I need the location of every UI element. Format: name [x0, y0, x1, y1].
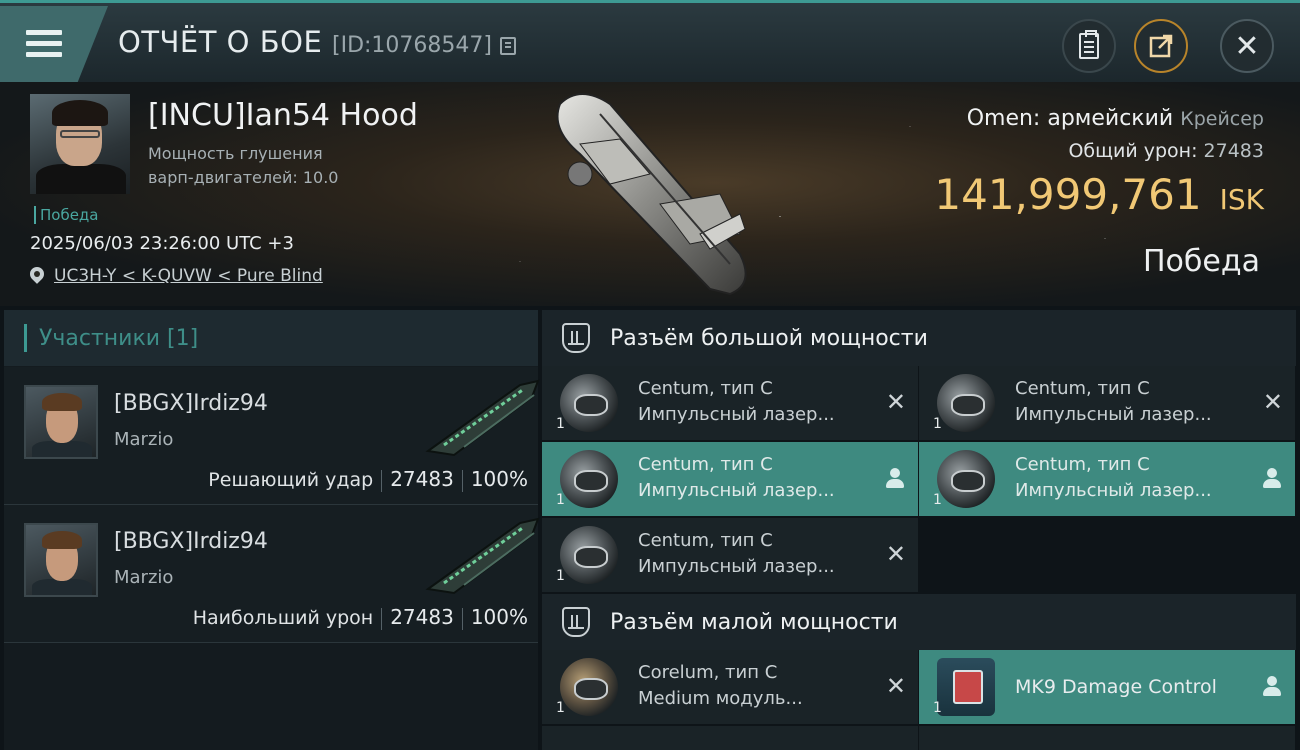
attacker-ship-image[interactable]: [424, 377, 542, 457]
copy-icon[interactable]: [500, 37, 516, 55]
close-icon: ✕: [1234, 28, 1260, 64]
battle-result: Победа: [1143, 244, 1260, 279]
location-pin-icon: [30, 267, 44, 285]
low-slots-grid: 1 Corelum, тип C Medium модуль... ✕ 1 MK…: [542, 650, 1296, 750]
high-slots-grid: 1 Centum, тип C Импульсный лазер... ✕ 1 …: [542, 366, 1296, 594]
attacker-stats: Наибольший урон 27483 100%: [192, 605, 528, 630]
attacker-corp: Marzio: [114, 429, 174, 450]
attacker-stats: Решающий удар 27483 100%: [208, 467, 528, 492]
high-slots-header: Разъём большой мощности: [542, 310, 1296, 366]
attacker-avatar[interactable]: [24, 385, 98, 459]
module-item-partial[interactable]: [542, 726, 918, 750]
attacker-corp: Marzio: [114, 567, 174, 588]
victim-avatar[interactable]: [30, 94, 130, 194]
kill-datetime: 2025/06/03 23:26:00 UTC +3: [30, 233, 294, 254]
accent-bar: [24, 324, 27, 352]
menu-button[interactable]: [0, 6, 108, 82]
dropped-person-icon: [886, 468, 904, 488]
module-item[interactable]: 1 Centum, тип C Импульсный лазер...: [919, 442, 1295, 516]
kill-location[interactable]: UC3H-Y < K-QUVW < Pure Blind: [30, 266, 323, 286]
module-item-partial[interactable]: [919, 726, 1295, 750]
isk-value: 141,999,761 ISK: [934, 170, 1264, 219]
pulse-laser-icon: [560, 374, 618, 432]
module-item[interactable]: 1 Centum, тип C Импульсный лазер... ✕: [542, 518, 918, 592]
clipboard-button[interactable]: [1062, 19, 1116, 73]
clipboard-icon: [1079, 30, 1099, 59]
title-bar: ОТЧЁТ О БОЕ [ID:10768547] ✕: [0, 0, 1300, 82]
share-button[interactable]: [1134, 19, 1188, 73]
module-item[interactable]: 1 Centum, тип C Импульсный лазер...: [542, 442, 918, 516]
hamburger-icon: [26, 30, 62, 63]
empty-cell: [919, 518, 1295, 592]
share-icon: [1149, 34, 1173, 58]
victim-name[interactable]: [INCU]Ian54 Hood: [148, 98, 418, 133]
damage-control-icon: [937, 658, 995, 716]
pulse-laser-icon: [560, 450, 618, 508]
victim-ship-name[interactable]: Omen: армейский Крейсер: [967, 106, 1264, 131]
destroyed-icon: ✕: [885, 540, 906, 568]
attacker-ship-image[interactable]: [424, 515, 542, 595]
fitting-panel: Разъём большой мощности 1 Centum, тип C …: [542, 310, 1296, 750]
module-item[interactable]: 1 Corelum, тип C Medium модуль... ✕: [542, 650, 918, 724]
participants-panel: Участники [1] [BBGX]Irdiz94 Marzio Решаю…: [4, 310, 540, 750]
page-title: ОТЧЁТ О БОЕ: [118, 25, 323, 59]
corelum-module-icon: [560, 658, 618, 716]
high-slot-icon: [562, 323, 590, 353]
victim-ship-image: [556, 93, 747, 296]
destroyed-icon: ✕: [885, 672, 906, 700]
attacker-name[interactable]: [BBGX]Irdiz94: [114, 391, 268, 416]
warp-strength: Мощность глушения варп-двигателей: 10.0: [148, 144, 339, 187]
participants-header: Участники [1]: [4, 310, 538, 366]
attacker-name[interactable]: [BBGX]Irdiz94: [114, 529, 268, 554]
report-id: [ID:10768547]: [332, 33, 492, 58]
pulse-laser-icon: [937, 450, 995, 508]
module-item[interactable]: 1 Centum, тип C Импульсный лазер... ✕: [542, 366, 918, 440]
status-badge: Победа: [34, 206, 99, 224]
dropped-person-icon: [1263, 676, 1281, 696]
attacker-row[interactable]: [BBGX]Irdiz94 Marzio Наибольший урон 2748…: [4, 505, 540, 643]
attacker-avatar[interactable]: [24, 523, 98, 597]
pulse-laser-icon: [937, 374, 995, 432]
close-button[interactable]: ✕: [1220, 19, 1274, 73]
low-slots-header: Разъём малой мощности: [542, 594, 1296, 650]
destroyed-icon: ✕: [885, 388, 906, 416]
attacker-row[interactable]: [BBGX]Irdiz94 Marzio Решающий удар 27483 1…: [4, 367, 540, 505]
victim-banner: [INCU]Ian54 Hood Мощность глушения варп-…: [0, 82, 1300, 306]
module-item[interactable]: 1 Centum, тип C Импульсный лазер... ✕: [919, 366, 1295, 440]
low-slot-icon: [562, 607, 590, 637]
destroyed-icon: ✕: [1262, 388, 1283, 416]
total-damage: Общий урон: 27483: [1068, 140, 1264, 162]
pulse-laser-icon: [560, 526, 618, 584]
module-item[interactable]: 1 MK9 Damage Control: [919, 650, 1295, 724]
dropped-person-icon: [1263, 468, 1281, 488]
